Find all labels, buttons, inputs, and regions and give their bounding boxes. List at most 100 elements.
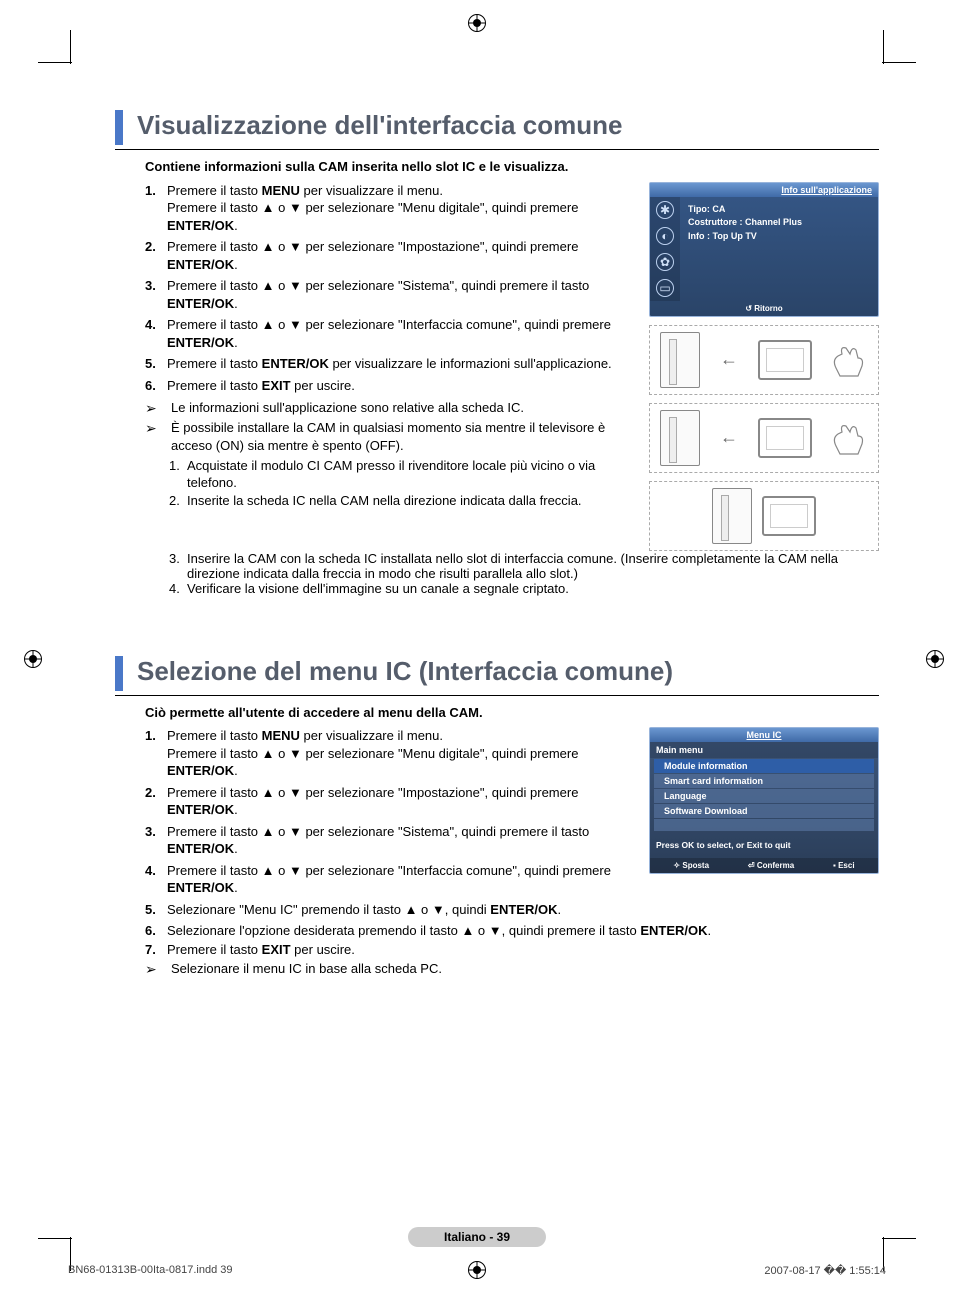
insert-diagram-1: ← [649, 325, 879, 395]
tv-menu2-msg: Press OK to select, or Exit to quit [650, 832, 878, 858]
step-text: Premere il tasto ▲ o ▼ per selezionare "… [167, 824, 589, 839]
step-bold: EXIT [262, 378, 291, 393]
clock-icon: ◐ [656, 227, 674, 245]
section1-title-block: Visualizzazione dell'interfaccia comune [115, 110, 879, 145]
globe-icon: ✱ [656, 201, 674, 219]
section2-title: Selezione del menu IC (Interfaccia comun… [137, 656, 879, 691]
step-bold: ENTER/OK [167, 880, 234, 895]
tv-menu2-row: Language [654, 789, 874, 803]
foot-label: Sposta [682, 861, 709, 870]
section1-steps: 1.Premere il tasto MENU per visualizzare… [145, 182, 631, 395]
tv-info-type: Tipo: CA [688, 203, 802, 217]
step-bold: EXIT [262, 942, 291, 957]
card-slot-illustration [660, 410, 700, 466]
step-text: Premere il tasto ▲ o ▼ per selezionare "… [167, 239, 578, 254]
crop-mark [882, 1238, 916, 1239]
enter-icon: ⏎ [748, 861, 757, 870]
print-footer: BN68-01313B-00Ita-0817.indd 39 2007-08-1… [68, 1264, 886, 1277]
section1-title: Visualizzazione dell'interfaccia comune [137, 110, 879, 145]
section2-intro: Ciò permette all'utente di accedere al m… [115, 704, 879, 722]
tv-menu-title: Info sull'applicazione [650, 183, 878, 197]
step-text: Selezionare l'opzione desiderata premend… [167, 923, 640, 938]
tv-return-label: Ritorno [754, 304, 782, 313]
step-text: Premere il tasto [167, 356, 262, 371]
crop-mark [883, 30, 884, 64]
step-text: . [234, 296, 238, 311]
step-text: . [234, 802, 238, 817]
arrow-left-icon: ← [720, 349, 738, 370]
step-text: . [708, 923, 712, 938]
section2-steps: 1.Premere il tasto MENU per visualizzare… [145, 727, 631, 918]
step-text: . [234, 763, 238, 778]
step-text: per uscire. [291, 378, 355, 393]
step-text: Selezionare "Menu IC" premendo il tasto … [167, 902, 490, 917]
step-bold: ENTER/OK [167, 841, 234, 856]
tv-menu2-main: Main menu [650, 742, 878, 758]
hand-illustration [828, 340, 868, 380]
note-text: Le informazioni sull'applicazione sono r… [171, 399, 524, 418]
step-bold: ENTER/OK [167, 802, 234, 817]
tv-info-info: Info : Top Up TV [688, 230, 802, 244]
substep-text: Inserite la scheda IC nella CAM nella di… [187, 492, 582, 510]
crop-mark [38, 62, 72, 63]
tv-menu2-title: Menu IC [650, 728, 878, 742]
crop-mark [70, 30, 71, 64]
step-bold: MENU [262, 183, 300, 198]
foot-label: Conferma [757, 861, 794, 870]
step-bold: ENTER/OK [167, 296, 234, 311]
step-text: . [234, 218, 238, 233]
crop-mark [882, 62, 916, 63]
footer-timestamp: 2007-08-17 �� 1:55:14 [764, 1264, 886, 1277]
substep-text: Inserire la CAM con la scheda IC install… [187, 551, 879, 581]
screen-illustration [758, 418, 812, 458]
section1-intro: Contiene informazioni sulla CAM inserita… [115, 158, 879, 176]
tv-menu2-row-empty [654, 819, 874, 831]
reg-mark-top [468, 14, 486, 32]
step-text: Premere il tasto [167, 378, 262, 393]
title-rule [115, 695, 879, 696]
step-bold: ENTER/OK [490, 902, 557, 917]
tv-menu2-row: Module information [654, 759, 874, 773]
step-text: Premere il tasto ▲ o ▼ per selezionare "… [167, 317, 611, 332]
footer-file: BN68-01313B-00Ita-0817.indd 39 [68, 1264, 233, 1277]
step-text: Premere il tasto ▲ o ▼ per selezionare "… [167, 785, 578, 800]
step-text: . [234, 880, 238, 895]
step-bold: ENTER/OK [262, 356, 329, 371]
note-marker-icon: ➢ [145, 419, 165, 454]
step-bold: ENTER/OK [167, 257, 234, 272]
step-text: Premere il tasto [167, 728, 262, 743]
card-slot-illustration [660, 332, 700, 388]
card-icon: ▭ [656, 279, 674, 297]
step-text: per uscire. [291, 942, 355, 957]
reg-mark-left [24, 650, 42, 668]
arrow-left-icon: ← [720, 427, 738, 448]
tv-menu2-row: Smart card information [654, 774, 874, 788]
step-text: . [234, 841, 238, 856]
step-text: . [557, 902, 561, 917]
tv-menu-ic: Menu IC Main menu Module information Sma… [649, 727, 879, 874]
step-text: Premere il tasto [167, 942, 262, 957]
step-text: . [234, 335, 238, 350]
return-icon: ↺ [745, 304, 754, 313]
step-bold: ENTER/OK [167, 763, 234, 778]
foot-label: Esci [838, 861, 854, 870]
substep-text: Acquistate il modulo CI CAM presso il ri… [187, 457, 631, 492]
tv-menu2-row: Software Download [654, 804, 874, 818]
insert-diagram-2: ← [649, 403, 879, 473]
note-marker-icon: ➢ [145, 399, 165, 418]
page-language-badge: Italiano - 39 [408, 1227, 546, 1247]
tv-info-maker: Costruttore : Channel Plus [688, 216, 802, 230]
tv-menu-app-info: Info sull'applicazione ✱ ◐ ✿ ▭ Tipo: CA … [649, 182, 879, 317]
step-bold: ENTER/OK [167, 335, 234, 350]
insert-diagram-3 [649, 481, 879, 551]
step-bold: ENTER/OK [167, 218, 234, 233]
gear-icon: ✿ [656, 253, 674, 271]
step-text: Premere il tasto ▲ o ▼ per selezionare "… [167, 863, 611, 878]
step-bold: MENU [262, 728, 300, 743]
step-bold: ENTER/OK [640, 923, 707, 938]
card-slot-illustration [712, 488, 752, 544]
title-rule [115, 149, 879, 150]
substep-text: Verificare la visione dell'immagine su u… [187, 581, 569, 596]
step-text: . [234, 257, 238, 272]
reg-mark-right [926, 650, 944, 668]
